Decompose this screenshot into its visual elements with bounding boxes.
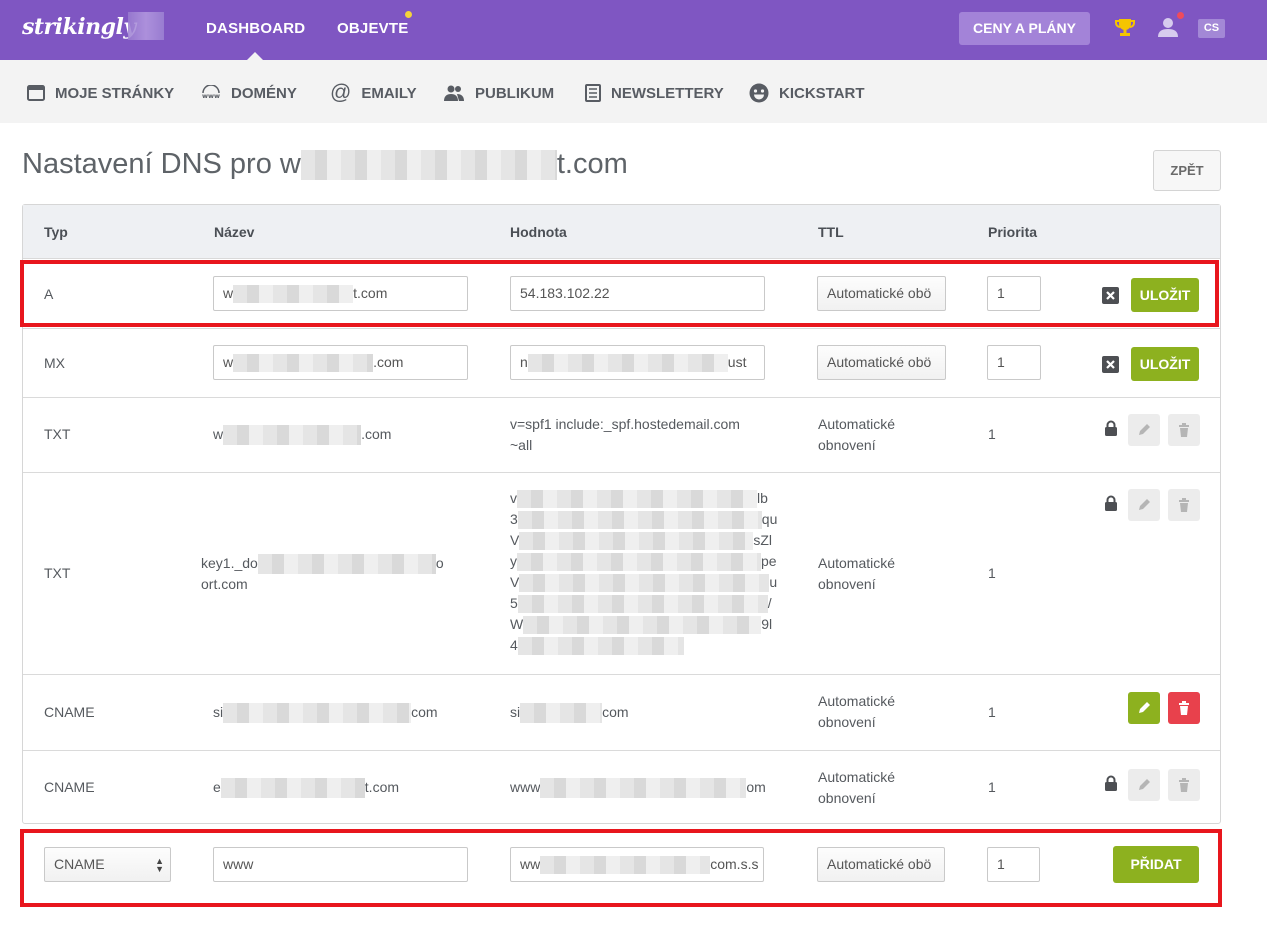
header-name: Název — [214, 224, 255, 240]
lock-icon — [1105, 495, 1117, 511]
pencil-icon — [1139, 499, 1150, 510]
save-button[interactable]: ULOŽIT — [1131, 347, 1199, 381]
subnav-label: DOMÉNY — [231, 84, 297, 102]
delete-button-disabled[interactable] — [1168, 414, 1200, 446]
record-priority: 1 — [988, 704, 996, 720]
record-ttl: Automatické obnovení — [818, 416, 896, 453]
active-nav-caret — [247, 52, 263, 60]
sub-navigation: MOJE STRÁNKY www DOMÉNY @ EMAILY PUBLIKU… — [0, 60, 1267, 123]
record-priority: 1 — [988, 565, 996, 581]
people-icon — [444, 85, 464, 101]
back-button[interactable]: ZPĚT — [1153, 150, 1221, 191]
record-value: v lb 3 qu VsZl y pe Vu 5/ W 9l 4 — [510, 488, 780, 656]
nav-dashboard[interactable]: DASHBOARD — [206, 20, 305, 37]
blurred-domain — [300, 150, 557, 181]
record-value: si com — [510, 702, 629, 724]
subnav-label: NEWSLETTERY — [611, 84, 724, 102]
record-ttl: Automatické obnovení — [818, 693, 896, 730]
record-type: MX — [44, 355, 65, 371]
trash-icon — [1179, 423, 1189, 437]
user-notification-dot — [1177, 12, 1184, 19]
subnav-domains[interactable]: www DOMÉNY — [201, 84, 297, 102]
subnav-label: KICKSTART — [779, 84, 865, 102]
header-ttl: TTL — [818, 224, 844, 240]
at-sign-icon: @ — [330, 81, 352, 104]
title-prefix: Nastavení DNS pro w — [22, 148, 301, 180]
edit-button-disabled[interactable] — [1128, 414, 1160, 446]
trash-icon — [1179, 701, 1189, 715]
pricing-plans-button[interactable]: CENY A PLÁNY — [959, 12, 1090, 45]
delete-button[interactable] — [1168, 692, 1200, 724]
ttl-select[interactable]: Automatické obö — [817, 345, 946, 380]
nav-discover[interactable]: OBJEVTE — [337, 20, 408, 37]
smiley-icon — [749, 83, 769, 103]
table-header: Typ Název Hodnota TTL Priorita — [23, 205, 1220, 259]
trash-icon — [1179, 778, 1189, 792]
table-row: TXT w .com v=spf1 include:_spf.hostedemai… — [23, 398, 1220, 473]
language-switcher[interactable]: CS — [1198, 19, 1225, 38]
www-globe-icon: www — [202, 85, 220, 100]
subnav-kickstart[interactable]: KICKSTART — [749, 83, 865, 103]
record-name: si com — [213, 702, 438, 724]
record-name: key1._do o ort.com — [201, 554, 444, 593]
highlight-box — [20, 829, 1222, 907]
subnav-label: EMAILY — [361, 84, 417, 102]
newsletter-icon — [585, 84, 601, 102]
subnav-emails[interactable]: @ EMAILY — [330, 81, 417, 104]
edit-button-disabled[interactable] — [1128, 769, 1160, 801]
subnav-label: PUBLIKUM — [475, 84, 555, 102]
user-icon[interactable] — [1157, 16, 1179, 38]
edit-button[interactable] — [1128, 692, 1160, 724]
priority-input[interactable]: 1 — [987, 345, 1041, 380]
pencil-icon — [1139, 424, 1150, 435]
value-input[interactable]: n ust — [510, 345, 765, 380]
brand-logo[interactable]: strikingly — [22, 14, 136, 40]
table-row: CNAME si com si com Automatické obnovení 1 — [23, 675, 1220, 751]
blurred-site-name — [128, 12, 164, 40]
record-priority: 1 — [988, 426, 996, 442]
notification-dot — [405, 11, 412, 18]
cancel-icon[interactable] — [1102, 356, 1119, 373]
record-ttl: Automatické obnovení — [818, 769, 896, 806]
svg-text:www: www — [202, 92, 220, 100]
delete-button-disabled[interactable] — [1168, 769, 1200, 801]
record-name: e t.com — [213, 777, 399, 799]
trash-icon — [1179, 498, 1189, 512]
trophy-icon[interactable] — [1114, 16, 1136, 38]
header-priority: Priorita — [988, 224, 1038, 240]
table-row: CNAME e t.com www om Automatické obnovení 1 — [23, 751, 1220, 826]
title-suffix: t.com — [556, 148, 628, 180]
subnav-newsletters[interactable]: NEWSLETTERY — [585, 84, 724, 102]
table-row: TXT key1._do o ort.com v lb 3 qu VsZl y pe V… — [23, 473, 1220, 675]
record-priority: 1 — [988, 779, 996, 795]
highlight-box — [20, 260, 1219, 327]
header-type: Typ — [44, 224, 68, 240]
name-input[interactable]: w .com — [213, 345, 468, 380]
table-row: MX w .com n ust Automatické obö 1 ULOŽIT — [23, 329, 1220, 398]
header-value: Hodnota — [510, 224, 567, 240]
record-name: w .com — [213, 424, 391, 446]
lock-icon — [1105, 420, 1117, 436]
record-type: CNAME — [44, 779, 95, 795]
record-type: TXT — [44, 426, 71, 442]
subnav-audience[interactable]: PUBLIKUM — [443, 84, 554, 102]
pencil-icon — [1139, 702, 1150, 713]
record-type: TXT — [44, 565, 71, 581]
record-type: CNAME — [44, 704, 95, 720]
delete-button-disabled[interactable] — [1168, 489, 1200, 521]
top-bar: strikingly DASHBOARD OBJEVTE CENY A PLÁN… — [0, 0, 1267, 60]
pencil-icon — [1139, 779, 1150, 790]
record-ttl: Automatické obnovení — [818, 555, 896, 592]
subnav-label: MOJE STRÁNKY — [55, 84, 175, 102]
browser-window-icon — [27, 85, 45, 101]
page-title: Nastavení DNS pro w t.com — [22, 148, 628, 181]
record-value: v=spf1 include:_spf.hostedemail.com ~all — [510, 416, 740, 453]
record-value: www om — [510, 777, 766, 799]
subnav-my-sites[interactable]: MOJE STRÁNKY — [27, 84, 174, 102]
edit-button-disabled[interactable] — [1128, 489, 1160, 521]
lock-icon — [1105, 775, 1117, 791]
